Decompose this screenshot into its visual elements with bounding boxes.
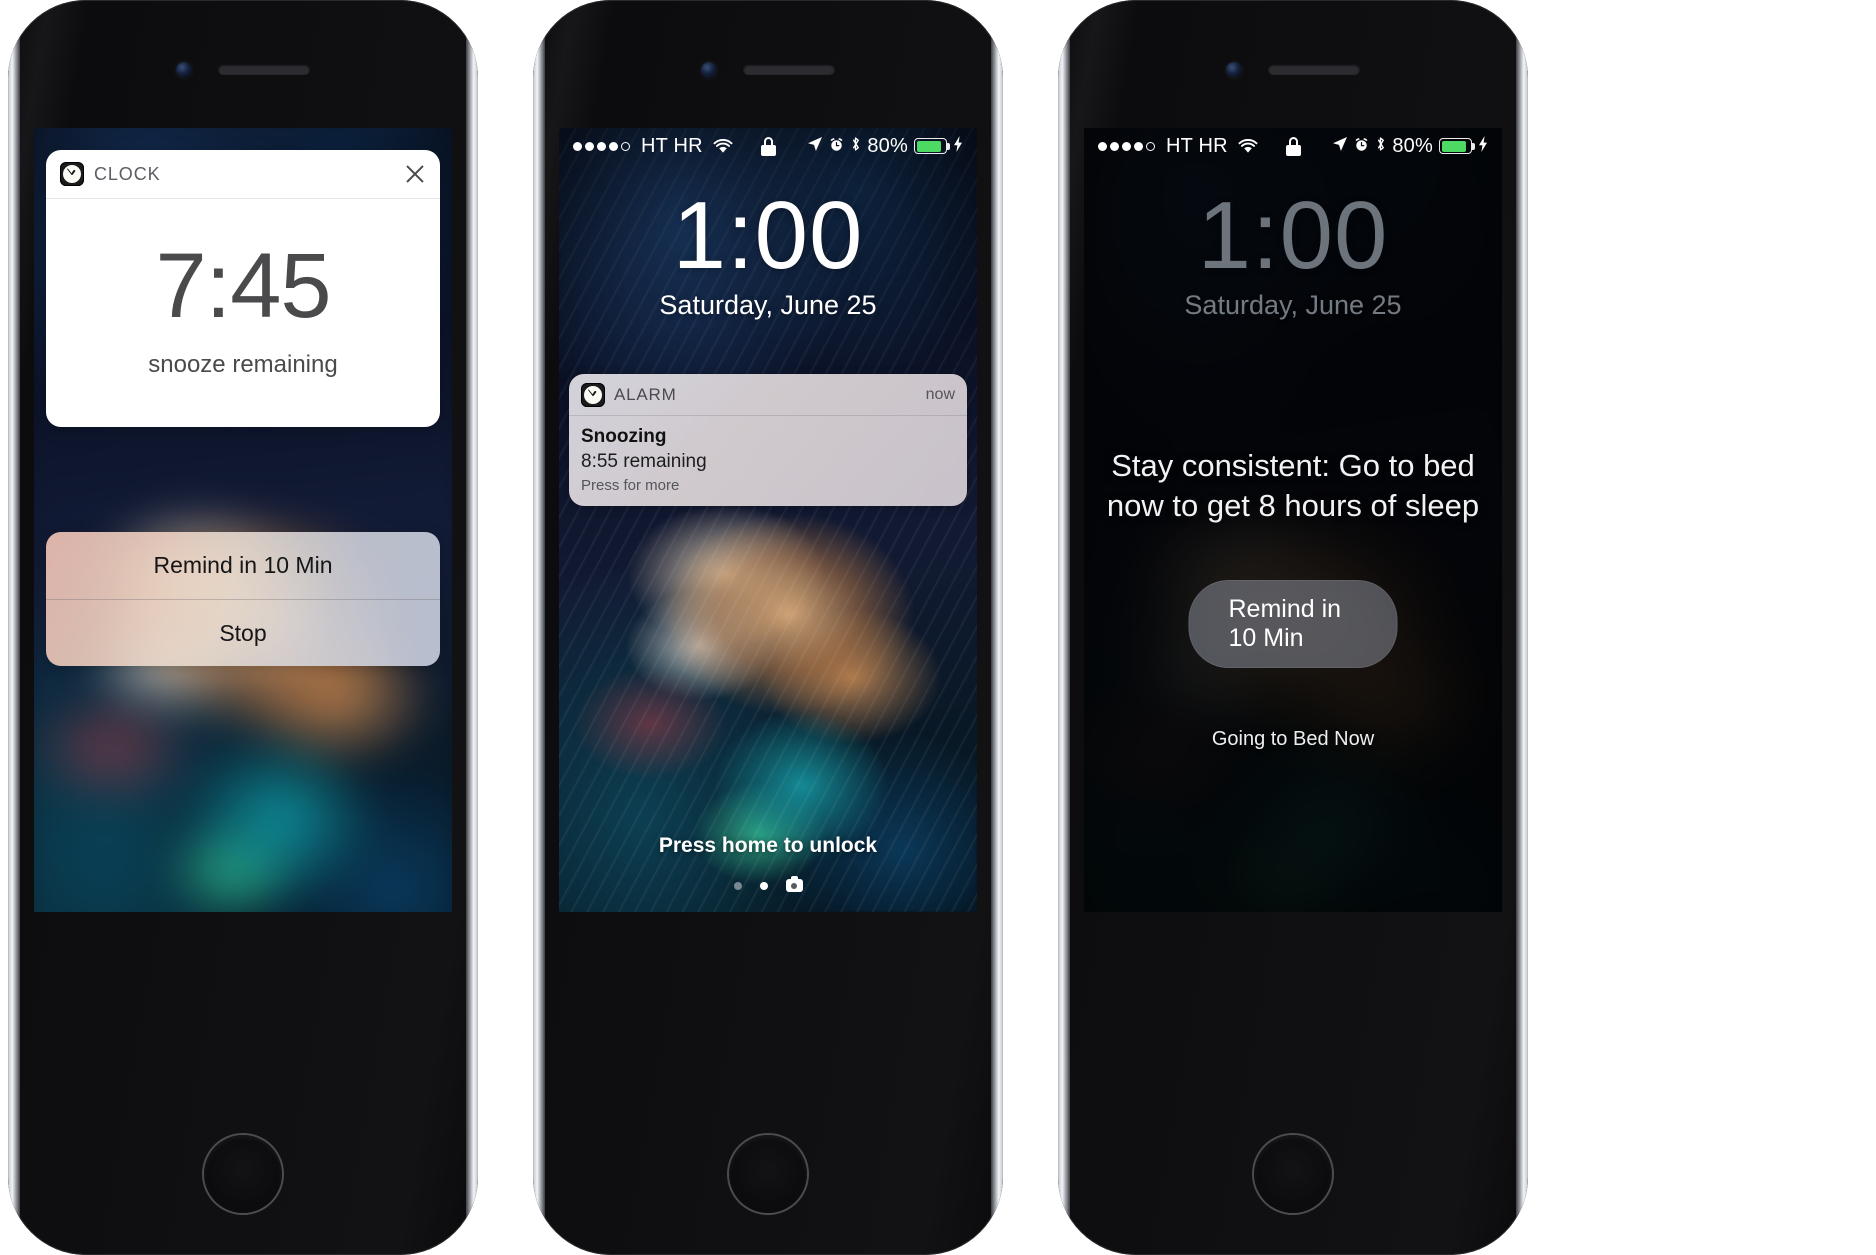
battery-icon — [914, 138, 950, 154]
alarm-clock-icon — [829, 135, 844, 158]
right-rail — [466, 36, 478, 1219]
status-right: 80% — [807, 135, 963, 158]
signal-strength-icon — [573, 141, 630, 151]
banner-body: Snoozing 8:55 remaining Press for more — [569, 416, 967, 506]
card-header: CLOCK — [46, 150, 440, 199]
right-rail — [1516, 36, 1528, 1219]
carrier-label: HT HR — [641, 134, 703, 157]
screen-right: HT HR 80% 1:00 Saturday, June 25 Stay co… — [1084, 128, 1502, 912]
page-dot[interactable] — [733, 881, 742, 890]
carrier-label: HT HR — [1166, 134, 1228, 157]
lock-icon — [760, 136, 776, 156]
front-camera-icon — [1226, 62, 1242, 78]
remind-in-10-min-button[interactable]: Remind in 10 Min — [46, 532, 440, 599]
lightning-bolt-icon — [953, 135, 963, 158]
earpiece-speaker — [743, 64, 835, 75]
banner-app-label: ALARM — [614, 385, 677, 404]
bluetooth-icon — [850, 135, 861, 158]
lock-screen-clock: 1:00 Saturday, June 25 — [1084, 188, 1502, 321]
clock-icon — [60, 162, 84, 186]
lock-date: Saturday, June 25 — [659, 290, 877, 320]
status-left: HT HR — [573, 135, 733, 158]
close-x-icon[interactable] — [404, 163, 426, 185]
phone-chassis: HT HR — [533, 0, 1003, 1255]
bedtime-message: Stay consistent: Go to bed now to get 8 … — [1106, 448, 1480, 523]
right-rail — [991, 36, 1003, 1219]
battery-percent-label: 80% — [1392, 134, 1433, 157]
location-arrow-icon — [1332, 135, 1348, 158]
remind-in-10-min-button[interactable]: Remind in 10 Min — [1188, 580, 1398, 668]
lock-icon — [1285, 136, 1301, 156]
status-left: HT HR — [1098, 135, 1258, 158]
location-arrow-icon — [807, 135, 823, 158]
phone-chassis: CLOCK 7:45 snooze remaining Remind in 10… — [8, 0, 478, 1255]
phone-left: CLOCK 7:45 snooze remaining Remind in 10… — [8, 0, 478, 1255]
stop-button[interactable]: Stop — [46, 599, 440, 666]
going-to-bed-now-button[interactable]: Going to Bed Now — [1084, 728, 1502, 751]
banner-header: ALARM now — [569, 374, 967, 416]
status-bar: HT HR 80% — [559, 128, 977, 164]
clock-notification-card[interactable]: CLOCK 7:45 snooze remaining — [46, 150, 440, 428]
lock-time: 1:00 — [672, 182, 864, 289]
banner-timestamp: now — [925, 386, 955, 403]
banner-title: Snoozing — [581, 426, 667, 447]
wifi-icon — [1238, 138, 1258, 154]
home-button[interactable] — [729, 1135, 807, 1213]
signal-strength-icon — [1098, 141, 1155, 151]
earpiece-speaker — [218, 64, 310, 75]
alarm-notification-banner[interactable]: ALARM now Snoozing 8:55 remaining Press … — [569, 374, 967, 507]
wifi-icon — [713, 138, 733, 154]
screen-center: HT HR 80% 1:00 Saturday, June 25 ALARM n… — [559, 128, 977, 912]
left-rail — [8, 36, 20, 1219]
banner-subtitle: 8:55 remaining — [581, 450, 707, 472]
status-right: 80% — [1332, 135, 1488, 158]
lock-time: 1:00 — [1197, 182, 1389, 289]
lock-screen-clock: 1:00 Saturday, June 25 — [559, 188, 977, 321]
home-button[interactable] — [1254, 1135, 1332, 1213]
front-camera-icon — [701, 62, 717, 78]
card-body: 7:45 snooze remaining — [46, 199, 440, 427]
status-bar: HT HR 80% — [1084, 128, 1502, 164]
page-dot-active[interactable] — [759, 881, 768, 890]
left-rail — [533, 36, 545, 1219]
earpiece-speaker — [1268, 64, 1360, 75]
camera-icon[interactable] — [785, 876, 803, 892]
banner-press-hint: Press for more — [581, 477, 680, 495]
unlock-hint: Press home to unlock — [658, 834, 878, 857]
three-iphone-comparison: CLOCK 7:45 snooze remaining Remind in 10… — [0, 0, 1876, 1255]
snooze-time: 7:45 — [155, 235, 331, 337]
phone-chassis: HT HR — [1058, 0, 1528, 1255]
battery-percent-label: 80% — [867, 134, 908, 157]
card-app-label: CLOCK — [94, 163, 161, 184]
left-rail — [1058, 36, 1070, 1219]
bluetooth-icon — [1375, 135, 1386, 158]
screen-left: CLOCK 7:45 snooze remaining Remind in 10… — [34, 128, 452, 912]
page-indicator — [559, 876, 977, 892]
phone-right: HT HR 80% 1:00 Saturday, June 25 Stay co… — [1058, 0, 1528, 1255]
lightning-bolt-icon — [1478, 135, 1488, 158]
phone-center: HT HR 80% 1:00 Saturday, June 25 ALARM n… — [533, 0, 1003, 1255]
snooze-caption: snooze remaining — [148, 351, 338, 379]
notification-actions: Remind in 10 Min Stop — [46, 532, 440, 666]
alarm-clock-icon — [1354, 135, 1369, 158]
clock-icon — [581, 383, 605, 407]
battery-icon — [1439, 138, 1475, 154]
front-camera-icon — [176, 62, 192, 78]
home-button[interactable] — [204, 1135, 282, 1213]
lock-date: Saturday, June 25 — [1184, 290, 1402, 320]
